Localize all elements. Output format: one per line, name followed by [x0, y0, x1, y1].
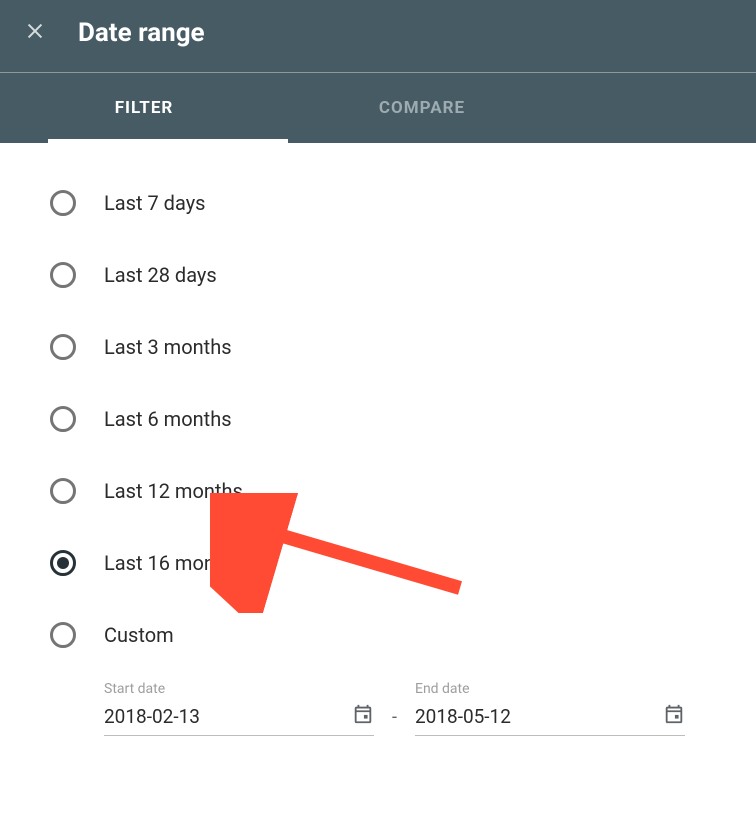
option-last-28-days[interactable]: Last 28 days: [50, 239, 706, 311]
options-panel: Last 7 days Last 28 days Last 3 months L…: [0, 143, 756, 736]
close-icon: [24, 20, 46, 46]
option-custom[interactable]: Custom: [50, 599, 706, 671]
option-label: Last 28 days: [104, 263, 217, 287]
option-label: Last 12 months: [104, 479, 243, 503]
calendar-icon[interactable]: [352, 703, 374, 729]
dialog-header: Date range Filter Compare: [0, 0, 756, 143]
end-date-label: End date: [415, 681, 685, 697]
option-label: Last 7 days: [104, 191, 205, 215]
radio-icon: [50, 406, 76, 432]
option-last-6-months[interactable]: Last 6 months: [50, 383, 706, 455]
option-label: Last 6 months: [104, 407, 232, 431]
dialog-title: Date range: [78, 18, 205, 48]
radio-icon: [50, 478, 76, 504]
option-last-3-months[interactable]: Last 3 months: [50, 311, 706, 383]
option-last-16-months[interactable]: Last 16 months: [50, 527, 706, 599]
option-label: Custom: [104, 623, 174, 647]
end-date-field[interactable]: End date 2018-05-12: [415, 681, 685, 736]
date-separator: -: [392, 707, 397, 736]
tab-compare-label: Compare: [379, 98, 465, 118]
tabs-bar: Filter Compare: [0, 73, 756, 143]
calendar-icon[interactable]: [663, 703, 685, 729]
custom-date-fields: Start date 2018-02-13 - End date 2018-05…: [104, 681, 706, 736]
start-date-label: Start date: [104, 681, 374, 697]
option-last-12-months[interactable]: Last 12 months: [50, 455, 706, 527]
option-label: Last 16 months: [104, 551, 243, 575]
option-label: Last 3 months: [104, 335, 232, 359]
radio-icon: [50, 262, 76, 288]
tab-compare[interactable]: Compare: [288, 73, 556, 143]
close-button[interactable]: [24, 20, 46, 46]
start-date-field[interactable]: Start date 2018-02-13: [104, 681, 374, 736]
tab-filter-label: Filter: [115, 98, 174, 118]
tab-filter[interactable]: Filter: [0, 73, 288, 143]
radio-icon: [50, 622, 76, 648]
radio-icon: [50, 190, 76, 216]
radio-icon-selected: [50, 550, 76, 576]
start-date-value: 2018-02-13: [104, 705, 200, 728]
end-date-value: 2018-05-12: [415, 705, 511, 728]
radio-icon: [50, 334, 76, 360]
option-last-7-days[interactable]: Last 7 days: [50, 167, 706, 239]
